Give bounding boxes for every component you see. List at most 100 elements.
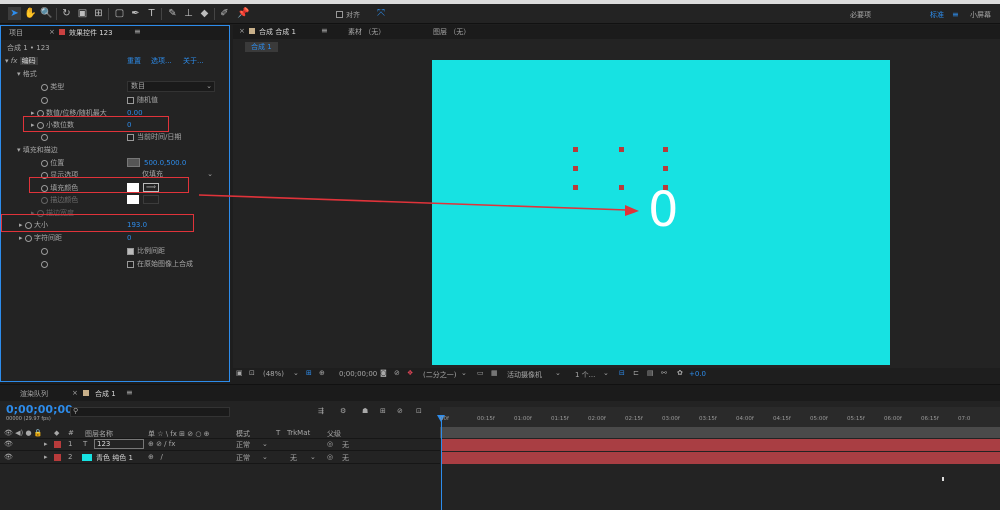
tab-composition[interactable]: 合成 合成 1 [259,27,296,37]
bounding-handle[interactable] [663,147,668,152]
motion-blur-icon[interactable]: ⊘ [397,407,403,415]
timeline-timecode[interactable]: 0;00;00;00 [6,403,73,416]
bounding-handle[interactable] [573,147,578,152]
tab-render-queue[interactable]: 渲染队列 [20,389,48,399]
layer-mode[interactable]: 正常 [236,453,250,463]
resolution-dropdown[interactable]: (二分之一) [423,370,456,380]
toggle-pixel-icon[interactable]: ⊟ [619,369,625,377]
tab-timeline-comp[interactable]: 合成 1 [95,389,116,399]
layer-name[interactable]: 123 [94,439,144,449]
chevron-down-icon[interactable]: ⌄ [293,369,299,377]
type-dropdown[interactable]: 数目 ⌄ [127,81,215,92]
label-color-swatch[interactable] [54,441,61,448]
group-fill-stroke[interactable]: ▾ 填充和描边 [17,144,58,156]
tab-effect-controls[interactable]: 效果控件 123 [69,28,113,38]
eyedropper-icon[interactable] [143,195,159,204]
comp-mini-flowchart-icon[interactable]: ⇶ [318,407,324,415]
pan-behind-tool-icon[interactable]: ⊞ [92,7,105,20]
col-parent[interactable]: 父级 [327,429,341,439]
viewer-timecode[interactable]: 0;00;00;00 [339,370,377,378]
canvas-digit[interactable]: 0 [648,180,679,240]
chevron-down-icon[interactable]: ⌄ [310,453,316,461]
zoom-tool-icon[interactable]: 🔍 [40,7,53,20]
col-trkmat[interactable]: TrkMat [287,429,310,437]
layer-search-input[interactable]: ⚲ [70,407,230,417]
exposure-value[interactable]: +0.0 [689,370,706,378]
panel-menu-icon[interactable]: ≡ [126,388,133,397]
grid-icon[interactable]: ⊕ [319,369,325,377]
stopwatch-icon[interactable] [41,260,48,268]
expand-arrow-icon[interactable]: ▸ [44,440,48,448]
zoom-dropdown[interactable]: (48%) [263,370,284,378]
snap-options-icon[interactable]: ⤧ [377,8,385,19]
layer-bar-2[interactable] [442,452,1000,464]
rotate-tool-icon[interactable]: ↻ [60,7,73,20]
current-time-checkbox[interactable] [127,134,134,141]
layer-mode[interactable]: 正常 [236,440,250,450]
expand-arrow-icon[interactable]: ▸ [44,453,48,461]
transparency-grid-icon[interactable]: ▦ [491,369,498,377]
eye-icon[interactable]: 👁 [4,453,13,461]
col-mode[interactable]: 模式 [236,429,250,439]
group-format[interactable]: ▾ 格式 [17,68,37,80]
options-link[interactable]: 选项... [151,55,172,67]
workspace-standard[interactable]: 标准 [930,9,944,21]
eye-icon[interactable]: 👁 [4,440,13,448]
stopwatch-icon[interactable] [41,133,48,141]
random-checkbox[interactable] [127,97,134,104]
effect-name[interactable]: 编码 [19,57,38,65]
layer-switches[interactable]: ⊕ / [148,453,163,461]
stopwatch-icon[interactable] [41,96,48,104]
chevron-down-icon[interactable]: ⌄ [555,369,561,377]
layer-trkmat[interactable]: 无 [290,453,297,463]
brush-tool-icon[interactable]: ✎ [166,7,179,20]
comp-subtab[interactable]: 合成 1 [245,42,278,52]
label-color-swatch[interactable] [54,454,61,461]
proportional-checkbox[interactable] [127,248,134,255]
composite-checkbox[interactable] [127,261,134,268]
panel-menu-icon[interactable]: ≡ [321,26,328,35]
roto-brush-tool-icon[interactable]: ✐ [218,7,231,20]
selection-tool-icon[interactable]: ➤ [8,7,21,20]
show-snapshot-icon[interactable]: ⊘ [394,369,400,377]
camera-dropdown[interactable]: 活动摄像机 [507,370,542,380]
layer-name[interactable]: 青色 纯色 1 [96,453,133,463]
layer-bar-1[interactable] [442,439,1000,451]
chevron-down-icon[interactable]: ⌄ [603,369,609,377]
close-icon[interactable]: × [72,389,78,397]
region-icon[interactable]: ⊞ [306,369,312,377]
puppet-pin-tool-icon[interactable]: 📌 [237,7,250,20]
stopwatch-icon[interactable] [24,234,32,242]
roi-icon[interactable]: ▭ [477,369,484,377]
camera-tool-icon[interactable]: ▣ [76,7,89,20]
exposure-icon[interactable]: ✿ [677,369,683,377]
stopwatch-icon[interactable] [41,247,48,255]
chevron-down-icon[interactable]: ⌄ [262,440,268,448]
reset-link[interactable]: 重置 [127,55,141,67]
tab-footage[interactable]: 素材 （无） [348,27,385,37]
graph-editor-icon[interactable]: ⊡ [416,407,422,415]
pen-tool-icon[interactable]: ✒ [129,7,142,20]
tab-project[interactable]: 项目 [9,28,23,38]
hand-tool-icon[interactable]: ✋ [24,7,37,20]
snapshot-icon[interactable]: ▣ [236,369,243,377]
tracking-value[interactable]: 0 [127,232,131,244]
flowchart-icon[interactable]: ⚯ [661,369,667,377]
tab-layer[interactable]: 图层 （无） [433,27,470,37]
bounding-handle[interactable] [573,166,578,171]
workspace-small[interactable]: 小屏幕 [970,9,991,21]
text-tool-icon[interactable]: T [145,7,158,20]
parent-pick-whip-icon[interactable]: ◎ [327,453,333,461]
stopwatch-icon[interactable] [41,83,48,91]
draft-3d-icon[interactable]: ⚙ [340,407,346,415]
close-icon[interactable]: × [239,27,245,35]
stroke-color-swatch[interactable] [127,195,139,204]
chevron-down-icon[interactable]: ⌄ [262,453,268,461]
frame-blend-icon[interactable]: ⊞ [380,407,386,415]
parent-pick-whip-icon[interactable]: ◎ [327,440,333,448]
magnifier-icon[interactable]: ⊡ [249,369,255,377]
position-value[interactable]: 500.0,500.0 [144,157,186,169]
chevron-down-icon[interactable]: ⌄ [461,369,467,377]
bounding-handle[interactable] [663,166,668,171]
workspace-essentials[interactable]: 必要项 [850,9,871,21]
